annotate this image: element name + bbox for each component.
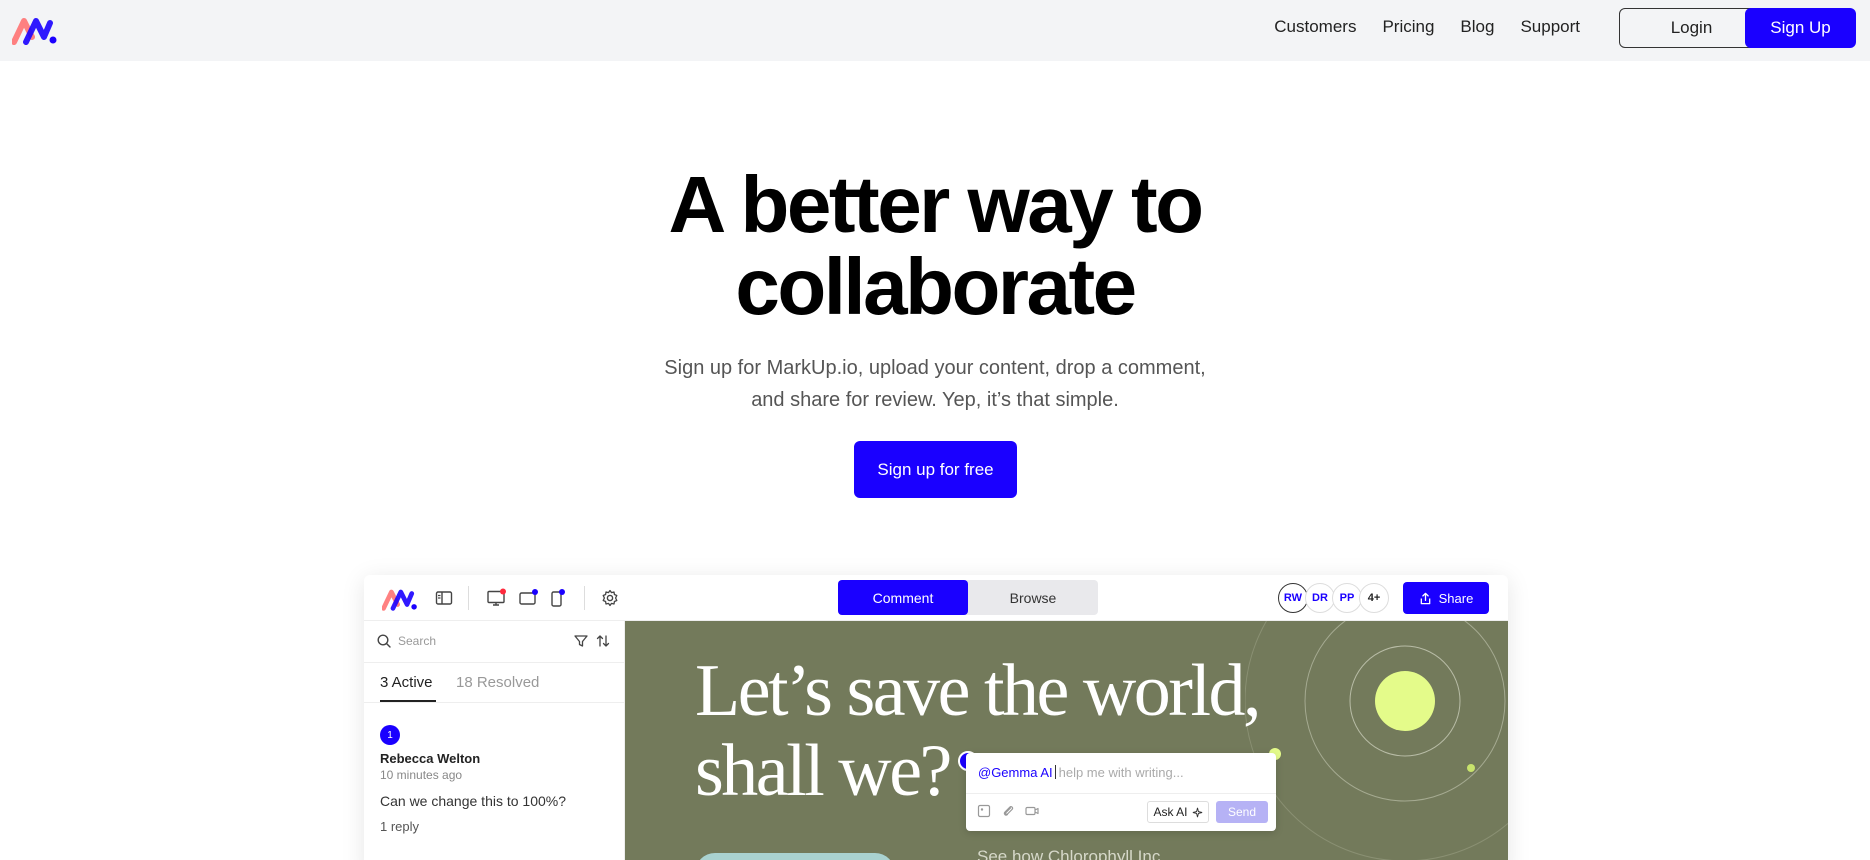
top-nav: Customers Pricing Blog Support Login Sig…	[0, 0, 1870, 61]
video-icon[interactable]	[1024, 803, 1040, 819]
app-logo[interactable]	[382, 587, 418, 611]
orbit-illustration	[1245, 621, 1508, 860]
ai-placeholder: help me with writing...	[1058, 765, 1184, 780]
nav-link-support[interactable]: Support	[1520, 17, 1580, 37]
share-button[interactable]: Share	[1403, 582, 1489, 614]
comments-sidebar: Search 3 Active 18 Resolved 1 Rebecca We…	[364, 621, 625, 860]
tab-comment[interactable]: Comment	[838, 580, 968, 615]
mode-toggle: Comment Browse	[838, 580, 1098, 615]
text-caret	[1054, 765, 1056, 779]
avatar[interactable]: PP	[1332, 583, 1362, 613]
sort-icon[interactable]	[595, 633, 611, 649]
hero-title-line-2: collaborate	[735, 242, 1137, 331]
canvas-button-shape	[695, 853, 895, 860]
comment-timestamp: 10 minutes ago	[380, 768, 463, 782]
hero-subtitle: Sign up for MarkUp.io, upload your conte…	[0, 352, 1870, 416]
login-button[interactable]: Login	[1619, 8, 1764, 48]
ask-ai-button[interactable]: Ask AI	[1147, 801, 1209, 823]
mobile-icon[interactable]	[547, 588, 567, 608]
image-icon[interactable]	[976, 803, 992, 819]
hero-title: A better way to collaborate	[0, 164, 1870, 328]
desktop-icon[interactable]	[486, 588, 506, 608]
tab-resolved-comments[interactable]: 18 Resolved	[456, 674, 539, 691]
attachment-icon[interactable]	[1000, 803, 1016, 819]
ai-box-divider	[966, 793, 1276, 794]
send-button[interactable]: Send	[1216, 801, 1268, 823]
canvas-headline-line-1: Let’s save the world,	[695, 650, 1262, 732]
design-canvas[interactable]: Let’s save the world, shall we? See how …	[625, 621, 1508, 860]
tablet-icon[interactable]	[518, 588, 538, 608]
comment-text[interactable]: Can we change this to 100%?	[380, 793, 566, 809]
nav-link-pricing[interactable]: Pricing	[1382, 17, 1434, 37]
active-tab-indicator	[380, 700, 436, 702]
gear-icon[interactable]	[600, 588, 620, 608]
ai-mention: @Gemma AI	[978, 765, 1053, 780]
app-preview: Comment Browse RW DR PP 4+ Share Search	[364, 575, 1508, 860]
tab-active-comments[interactable]: 3 Active	[380, 674, 433, 691]
ai-comment-input[interactable]: @Gemma AI help me with writing...	[978, 765, 1184, 780]
canvas-headline-line-2: shall we?	[695, 730, 952, 812]
toolbar-divider	[584, 586, 585, 610]
filter-icon[interactable]	[573, 633, 589, 649]
canvas-subtext: See how Chlorophyll Inc	[977, 847, 1161, 860]
comment-number-badge: 1	[380, 725, 400, 745]
signup-free-button[interactable]: Sign up for free	[854, 441, 1017, 498]
search-icon	[377, 634, 391, 648]
comment-tabs: 3 Active 18 Resolved	[364, 663, 625, 703]
comment-search[interactable]: Search	[364, 621, 625, 663]
comment-replies-link[interactable]: 1 reply	[380, 819, 419, 834]
share-icon	[1420, 592, 1430, 604]
markup-logo[interactable]	[12, 15, 58, 45]
more-collaborators-badge[interactable]: 4+	[1359, 583, 1389, 613]
ai-comment-box: @Gemma AI help me with writing... Ask AI	[966, 753, 1276, 831]
share-label: Share	[1438, 590, 1474, 606]
comment-author: Rebecca Welton	[380, 751, 481, 766]
sparkle-icon	[1192, 807, 1202, 817]
hero-subtitle-line-2: and share for review. Yep, it’s that sim…	[751, 389, 1119, 411]
ask-ai-label: Ask AI	[1153, 805, 1188, 819]
hero-subtitle-line-1: Sign up for MarkUp.io, upload your conte…	[664, 357, 1206, 379]
avatar[interactable]: RW	[1278, 583, 1308, 613]
avatar[interactable]: DR	[1305, 583, 1335, 613]
search-input[interactable]: Search	[398, 634, 436, 648]
sidebar-icon[interactable]	[434, 588, 454, 608]
nav-links: Customers Pricing Blog Support	[1274, 17, 1580, 37]
hero-title-line-1: A better way to	[668, 160, 1204, 249]
signup-button[interactable]: Sign Up	[1745, 8, 1856, 48]
tab-browse[interactable]: Browse	[968, 580, 1098, 615]
app-toolbar: Comment Browse RW DR PP 4+ Share	[364, 575, 1508, 621]
toolbar-divider	[468, 586, 469, 610]
nav-link-blog[interactable]: Blog	[1460, 17, 1494, 37]
nav-link-customers[interactable]: Customers	[1274, 17, 1356, 37]
